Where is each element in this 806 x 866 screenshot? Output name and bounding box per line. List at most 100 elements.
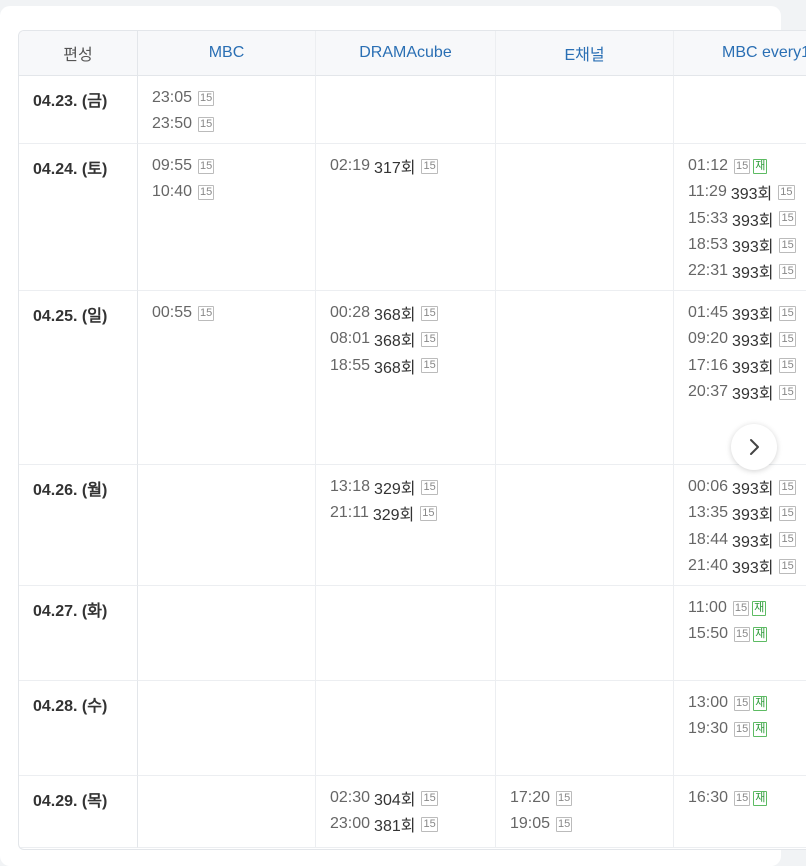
airtime-slot[interactable]: 08:01 368회 15 (330, 326, 438, 352)
airtime-time: 18:44 (688, 530, 729, 548)
airtime-slot[interactable]: 17:20 15 (510, 785, 573, 811)
age-rating-badge: 15 (779, 358, 796, 374)
age-rating-badge: 15 (421, 331, 438, 347)
airtime-time: 15:50 (688, 625, 729, 643)
chevron-right-icon (750, 439, 759, 455)
airtime-time: 23:05 (152, 89, 193, 107)
age-rating-badge: 15 (556, 790, 573, 806)
age-rating-badge: 15 (734, 158, 751, 174)
schedule-cell (496, 586, 674, 681)
episode-number: 317회 (374, 160, 416, 178)
episode-number: 393회 (732, 307, 774, 325)
airtime-slot[interactable]: 09:55 15 (152, 153, 215, 179)
column-header-schedule: 편성 (19, 31, 138, 76)
airtime-slot[interactable]: 17:16 393회 15 (688, 353, 796, 379)
airtime-slot[interactable]: 11:00 15 재 (688, 595, 767, 621)
airtime-slot[interactable]: 09:20 393회 15 (688, 326, 796, 352)
airtime-time: 17:20 (510, 789, 551, 807)
episode-number: 393회 (732, 386, 774, 404)
date-label: 04.28. (수) (33, 698, 108, 715)
slot-list: 00:06 393회 15 13:35 393회 15 18:44 393회 15 21:40 39… (688, 474, 796, 579)
airtime-slot[interactable]: 19:30 15 재 (688, 716, 768, 742)
episode-number: 304회 (374, 792, 416, 810)
age-rating-badge: 15 (779, 331, 796, 347)
age-rating-badge: 15 (734, 721, 751, 737)
airtime-time: 10:40 (152, 183, 193, 201)
airtime-time: 11:00 (688, 599, 727, 617)
airtime-time: 02:30 (330, 789, 371, 807)
age-rating-badge: 15 (779, 305, 796, 321)
episode-number: 393회 (732, 359, 774, 377)
airtime-slot[interactable]: 18:44 393회 15 (688, 527, 796, 553)
airtime-slot[interactable]: 00:28 368회 15 (330, 300, 438, 326)
schedule-cell (496, 144, 674, 291)
airtime-slot[interactable]: 23:00 381회 15 (330, 811, 438, 837)
slot-list: 02:19 317회 15 (330, 153, 438, 179)
next-channels-button[interactable] (731, 424, 777, 470)
airtime-slot[interactable]: 19:05 15 (510, 811, 573, 837)
airtime-slot[interactable]: 01:45 393회 15 (688, 300, 796, 326)
airtime-slot[interactable]: 13:18 329회 15 (330, 474, 438, 500)
schedule-cell (138, 776, 316, 848)
airtime-slot[interactable]: 22:31 393회 15 (688, 258, 796, 284)
schedule-cell: 13:18 329회 15 21:11 329회 15 (316, 465, 496, 586)
airtime-slot[interactable]: 16:30 15 재 (688, 785, 768, 811)
rerun-badge: 재 (753, 626, 768, 642)
episode-number: 368회 (374, 333, 416, 351)
airtime-time: 19:30 (688, 720, 729, 738)
airtime-time: 00:55 (152, 304, 193, 322)
age-rating-badge: 15 (421, 305, 438, 321)
airtime-slot[interactable]: 00:55 15 (152, 300, 215, 326)
airtime-slot[interactable]: 02:30 304회 15 (330, 785, 438, 811)
episode-number: 368회 (374, 359, 416, 377)
column-header-channel[interactable]: MBC (138, 31, 316, 76)
airtime-slot[interactable]: 10:40 15 (152, 179, 215, 205)
airtime-slot[interactable]: 13:35 393회 15 (688, 500, 796, 526)
column-header-channel[interactable]: DRAMAcube (316, 31, 496, 76)
schedule-cell: 01:12 15 재 11:29 393회 15 15:33 393회 15 18:53 393회 1… (674, 144, 806, 291)
airtime-slot[interactable]: 02:19 317회 15 (330, 153, 438, 179)
airtime-slot[interactable]: 20:37 393회 15 (688, 379, 796, 405)
airtime-time: 01:45 (688, 304, 729, 322)
schedule-cell: 00:06 393회 15 13:35 393회 15 18:44 393회 15 21:40 39… (674, 465, 806, 586)
age-rating-badge: 15 (421, 479, 438, 495)
age-rating-badge: 15 (779, 384, 796, 400)
age-rating-badge: 15 (779, 532, 796, 548)
age-rating-badge: 15 (779, 505, 796, 521)
airtime-slot[interactable]: 15:50 15 재 (688, 621, 768, 647)
airtime-slot[interactable]: 21:40 393회 15 (688, 553, 796, 579)
airtime-slot[interactable]: 01:12 15 재 (688, 153, 796, 179)
age-rating-badge: 15 (420, 505, 437, 521)
slot-list: 16:30 15 재 (688, 785, 768, 811)
airtime-slot[interactable]: 23:05 15 (152, 85, 215, 111)
column-header-channel[interactable]: E채널 (496, 31, 674, 76)
slot-list: 01:45 393회 15 09:20 393회 15 17:16 393회 15 20:37 39… (688, 300, 796, 405)
airtime-time: 21:40 (688, 557, 729, 575)
airtime-slot[interactable]: 13:00 15 재 (688, 690, 768, 716)
column-header-channel[interactable]: MBC every1 (674, 31, 806, 76)
airtime-slot[interactable]: 15:33 393회 15 (688, 206, 796, 232)
airtime-slot[interactable]: 21:11 329회 15 (330, 500, 438, 526)
schedule-cell: 00:28 368회 15 08:01 368회 15 18:55 368회 15 (316, 291, 496, 465)
episode-number: 368회 (374, 307, 416, 325)
schedule-cell: 17:20 15 19:05 15 (496, 776, 674, 848)
date-label: 04.29. (목) (33, 793, 108, 810)
airtime-time: 02:19 (330, 157, 371, 175)
airtime-slot[interactable]: 23:50 15 (152, 111, 215, 137)
airtime-time: 18:53 (688, 236, 729, 254)
rerun-badge: 재 (753, 790, 768, 806)
airtime-slot[interactable]: 18:55 368회 15 (330, 353, 438, 379)
rerun-badge: 재 (752, 600, 767, 616)
date-label: 04.26. (월) (33, 482, 108, 499)
schedule-cell (496, 465, 674, 586)
airtime-slot[interactable]: 18:53 393회 15 (688, 232, 796, 258)
schedule-cell (496, 76, 674, 144)
airtime-time: 13:18 (330, 478, 371, 496)
airtime-slot[interactable]: 11:29 393회 15 (688, 179, 796, 205)
episode-number: 393회 (732, 560, 774, 578)
slot-list: 13:00 15 재 19:30 15 재 (688, 690, 768, 743)
schedule-cell: 11:00 15 재 15:50 15 재 (674, 586, 806, 681)
airtime-slot[interactable]: 00:06 393회 15 (688, 474, 796, 500)
age-rating-badge: 15 (198, 184, 215, 200)
airtime-time: 21:11 (330, 504, 369, 522)
